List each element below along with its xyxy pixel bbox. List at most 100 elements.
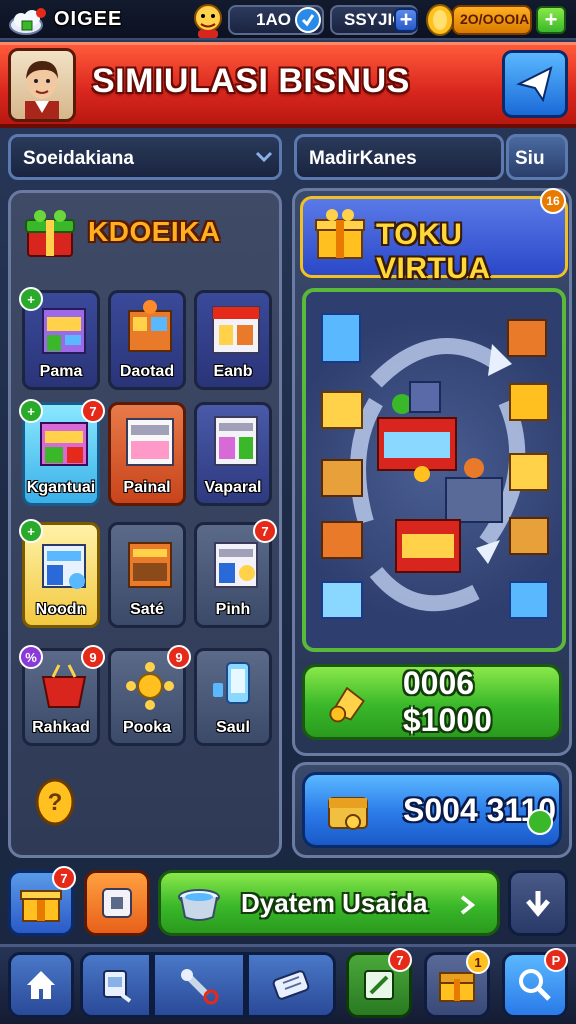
shop-tile[interactable]: Vaparal — [194, 402, 272, 506]
notification-badge: 9 — [81, 645, 105, 669]
ticket-icon — [272, 970, 310, 1000]
store-building-icon — [40, 422, 88, 466]
nav-home[interactable] — [8, 952, 74, 1018]
gift-box-icon — [314, 206, 366, 262]
store-building-icon — [42, 308, 86, 354]
cloud-gift-icon — [8, 5, 48, 35]
discount-badge: % — [19, 645, 43, 669]
shop-box-icon — [214, 416, 258, 466]
pot-icon — [178, 889, 220, 921]
stall-icon — [128, 542, 172, 588]
business-system-button[interactable]: Dyatem Usaida — [158, 870, 500, 936]
shop-box-icon — [212, 306, 260, 354]
add-gold-button[interactable]: + — [536, 6, 566, 34]
tile-label: Noodn — [35, 601, 87, 618]
shop-tile[interactable]: Daotad — [108, 290, 186, 390]
share-button[interactable] — [502, 50, 568, 118]
search-button-label: Siu — [515, 148, 545, 169]
chevron-down-icon — [255, 151, 273, 163]
business-cycle-illustration — [321, 313, 549, 619]
hint-coin-icon[interactable]: ? — [32, 776, 78, 832]
gift-badge: 7 — [52, 866, 76, 890]
store-banner-title: TOKU VIRTUA — [376, 218, 491, 285]
bell-coin-icon — [329, 686, 365, 723]
nav-badge-search: P — [544, 948, 568, 972]
sun-gear-icon — [126, 662, 174, 710]
business-system-label: Dyatem Usaida — [241, 887, 428, 918]
buy-button[interactable]: 0006 $1000 — [302, 664, 562, 740]
plus-badge: + — [19, 519, 43, 543]
kiosk-icon — [126, 418, 174, 466]
stat-level-value: 1AO — [256, 10, 291, 29]
download-button[interactable] — [508, 870, 568, 936]
category-select-value: Soeidakiana — [23, 148, 134, 169]
app-name: OIGEE — [54, 8, 123, 30]
avatar[interactable] — [8, 48, 76, 122]
nav-finance[interactable] — [80, 952, 152, 1018]
tile-label: Pooka — [122, 719, 171, 736]
shop-tile[interactable]: % 9 Rahkad — [19, 645, 105, 746]
shop-box-icon — [214, 542, 258, 588]
shop-tile[interactable]: Eanb — [194, 290, 272, 390]
nav-tickets[interactable] — [246, 952, 336, 1018]
basket-icon — [41, 664, 87, 708]
notification-badge: 7 — [253, 519, 277, 543]
wrench-icon — [181, 969, 219, 1005]
city-map[interactable] — [302, 288, 566, 652]
search-field-value: MadirKanes — [309, 148, 417, 169]
confirm-dot-icon — [527, 809, 553, 835]
shop-tile[interactable]: 7 Pinh — [194, 519, 277, 628]
tablet-icon — [103, 970, 132, 1003]
phone-icon — [213, 662, 250, 704]
add-coins-button[interactable]: + — [394, 7, 418, 32]
shop-tile[interactable]: + Noodn — [19, 519, 100, 628]
shop-tile[interactable]: Painal — [108, 402, 186, 506]
nav-tools[interactable] — [152, 952, 246, 1018]
tile-label: Painal — [123, 479, 171, 496]
tile-label: Pama — [39, 363, 83, 380]
balance-button[interactable]: S004 3110 — [302, 772, 562, 848]
plus-icon: + — [544, 7, 558, 32]
nav-badge-tasks: 7 — [388, 948, 412, 972]
search-icon — [519, 969, 551, 1001]
tile-label: Rahkad — [32, 719, 90, 736]
tile-label: Kgantuai — [26, 479, 96, 496]
notification-badge: 9 — [167, 645, 191, 669]
send-arrow-icon — [516, 66, 553, 103]
banner-badge: 16 — [540, 188, 566, 214]
shop-tile[interactable]: + Pama — [19, 287, 100, 390]
edit-note-icon — [364, 970, 394, 1000]
plus-badge: + — [19, 287, 43, 311]
box-icon — [102, 888, 132, 918]
chest-icon — [328, 797, 368, 830]
page-title: SIMIULASI BISNUS — [92, 62, 410, 100]
shop-tile[interactable]: 9 Pooka — [108, 645, 191, 746]
character-icon — [188, 0, 228, 40]
shop-tile[interactable]: Saté — [108, 522, 186, 628]
buy-button-value: 0006 $1000 — [402, 665, 492, 738]
tile-label: Eanb — [213, 363, 253, 380]
stat-gold-value: 2O/OOOIA — [460, 11, 530, 27]
tile-label: Saté — [130, 601, 164, 618]
search-button[interactable]: Siu — [506, 134, 568, 180]
store-building-icon — [42, 544, 86, 589]
tile-label: Vaparal — [204, 479, 262, 496]
inventory-button[interactable] — [84, 870, 150, 936]
notification-badge: 7 — [81, 399, 105, 423]
shield-check-icon — [294, 6, 322, 34]
plus-badge: + — [19, 399, 43, 423]
tile-label: Pinh — [215, 601, 251, 618]
arrow-down-icon — [526, 891, 550, 917]
shop-tile[interactable]: + 7 Kgantuai — [19, 399, 105, 506]
search-field[interactable]: MadirKanes — [294, 134, 504, 180]
tile-label: Daotad — [119, 363, 175, 380]
gift-box-icon — [24, 206, 76, 260]
section-title: KDOEIKA — [88, 216, 221, 247]
tile-label: Saul — [216, 719, 250, 736]
svg-text:?: ? — [48, 789, 63, 816]
shop-tile[interactable]: Saul — [194, 648, 272, 746]
plus-icon: + — [399, 7, 413, 32]
chevron-right-icon — [460, 895, 475, 915]
nav-badge-shop: 1 — [466, 950, 490, 974]
category-select[interactable]: Soeidakiana — [8, 134, 282, 180]
